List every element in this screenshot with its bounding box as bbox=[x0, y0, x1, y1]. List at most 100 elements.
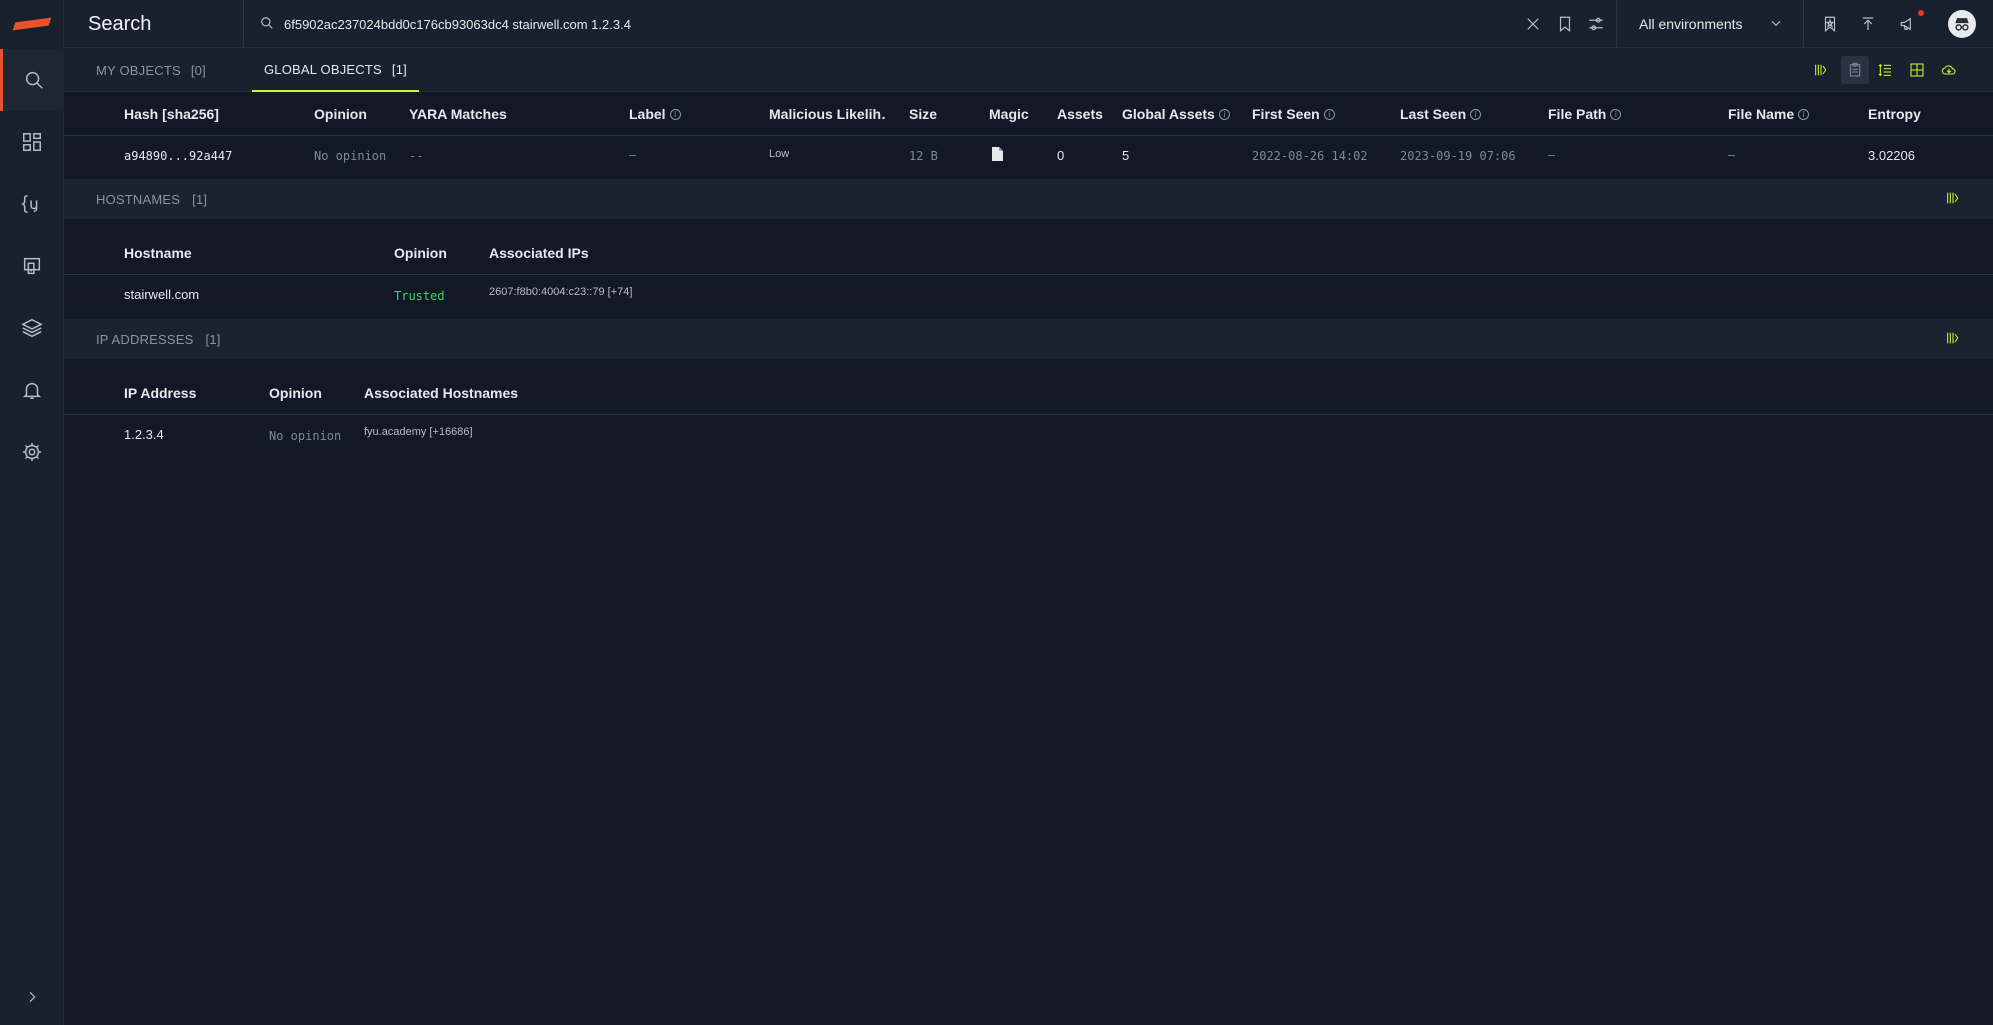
hostnames-section-header: HOSTNAMES [1] bbox=[64, 179, 1993, 219]
col-file-path[interactable]: File Path i bbox=[1548, 92, 1622, 136]
file-path-cell: – bbox=[1548, 147, 1556, 162]
columns-button[interactable] bbox=[1809, 59, 1833, 81]
clipboard-icon bbox=[1849, 62, 1861, 77]
page-title: Search bbox=[64, 0, 244, 48]
incognito-avatar-icon bbox=[1955, 18, 1969, 31]
col-hash[interactable]: Hash [sha256] bbox=[124, 92, 219, 136]
bookmark-star-icon bbox=[1824, 16, 1836, 33]
bell-icon bbox=[22, 382, 42, 399]
columns-icon bbox=[1947, 332, 1959, 344]
table-row[interactable]: stairwell.com Trusted 2607:f8b0:4004:c23… bbox=[64, 276, 1993, 316]
upload-button[interactable] bbox=[1858, 14, 1878, 34]
yara-cell: -- bbox=[409, 149, 424, 163]
search-icon bbox=[25, 71, 43, 89]
stairwell-logo[interactable] bbox=[0, 0, 64, 48]
opinion-cell: No opinion bbox=[269, 429, 342, 443]
info-icon[interactable]: i bbox=[1610, 108, 1622, 120]
top-bar: Search All environments bbox=[64, 0, 1993, 48]
col-associated-hostnames[interactable]: Associated Hostnames bbox=[364, 371, 518, 415]
environment-select[interactable]: All environments bbox=[1616, 0, 1804, 48]
col-first-seen[interactable]: First Seen i bbox=[1252, 92, 1335, 136]
hostname-cell[interactable]: stairwell.com bbox=[124, 287, 199, 302]
col-opinion[interactable]: Opinion bbox=[269, 371, 322, 415]
col-label[interactable]: Label i bbox=[629, 92, 681, 136]
grid-view-button[interactable] bbox=[1905, 59, 1929, 81]
clear-search-button[interactable] bbox=[1523, 14, 1543, 34]
info-icon[interactable]: i bbox=[1798, 108, 1810, 120]
tab-global-objects[interactable]: GLOBAL OBJECTS [1] bbox=[252, 48, 419, 92]
col-global-assets[interactable]: Global Assets i bbox=[1122, 92, 1230, 136]
info-icon[interactable]: i bbox=[669, 108, 681, 120]
hash-cell[interactable]: a94890...92a447 bbox=[124, 149, 232, 163]
dashboard-icon bbox=[23, 133, 41, 151]
col-file-name[interactable]: File Name i bbox=[1728, 92, 1810, 136]
search-nav[interactable] bbox=[0, 49, 64, 111]
tab-my-objects[interactable]: MY OBJECTS [0] bbox=[96, 48, 206, 92]
magic-cell[interactable] bbox=[991, 147, 1003, 164]
info-icon[interactable]: i bbox=[1323, 108, 1335, 120]
col-yara-matches[interactable]: YARA Matches bbox=[409, 92, 507, 136]
ip-addresses-columns-button[interactable] bbox=[1945, 330, 1961, 349]
notification-dot bbox=[1918, 10, 1924, 16]
assets-nav[interactable] bbox=[0, 235, 64, 297]
col-entropy[interactable]: Entropy bbox=[1868, 92, 1921, 136]
col-last-seen[interactable]: Last Seen i bbox=[1400, 92, 1482, 136]
col-ip-address[interactable]: IP Address bbox=[124, 371, 196, 415]
malicious-cell: Low bbox=[769, 148, 790, 160]
yara-rules-nav[interactable] bbox=[0, 173, 64, 235]
ip-addresses-table-header: IP Address Opinion Associated Hostnames bbox=[64, 371, 1993, 415]
col-assets[interactable]: Assets bbox=[1057, 92, 1103, 136]
file-icon bbox=[992, 147, 1003, 161]
col-magic[interactable]: Magic bbox=[989, 92, 1029, 136]
info-icon[interactable]: i bbox=[1470, 108, 1482, 120]
dashboard-nav[interactable] bbox=[0, 111, 64, 173]
col-size[interactable]: Size bbox=[909, 92, 937, 136]
user-avatar[interactable] bbox=[1948, 10, 1976, 38]
table-row[interactable]: 1.2.3.4 No opinion fyu.academy [+16686] bbox=[64, 416, 1993, 456]
search-filters-button[interactable] bbox=[1586, 14, 1606, 34]
sidebar bbox=[0, 0, 64, 1025]
col-associated-ips[interactable]: Associated IPs bbox=[489, 231, 589, 275]
last-seen-cell: 2023-09-19 07:06: bbox=[1400, 149, 1518, 163]
opinion-cell: Trusted bbox=[394, 289, 445, 303]
object-tabs: MY OBJECTS [0] GLOBAL OBJECTS [1] bbox=[64, 48, 1993, 92]
global-assets-cell[interactable]: 5 bbox=[1122, 148, 1129, 163]
hostnames-columns-button[interactable] bbox=[1945, 190, 1961, 209]
expand-sidebar-button[interactable] bbox=[0, 968, 64, 1025]
gear-icon bbox=[22, 442, 42, 462]
col-malicious-likelihood[interactable]: Malicious Likelih… bbox=[769, 92, 887, 136]
grid-icon bbox=[1910, 63, 1924, 77]
main-content: MY OBJECTS [0] GLOBAL OBJECTS [1] Hash [sh… bbox=[64, 48, 1993, 1025]
layers-nav[interactable] bbox=[0, 297, 64, 359]
associated-hostnames-cell[interactable]: fyu.academy [+16686] bbox=[364, 426, 473, 438]
announcements-button[interactable] bbox=[1898, 14, 1918, 34]
yara-rules-icon bbox=[21, 195, 38, 213]
ip-addresses-section-header: IP ADDRESSES [1] bbox=[64, 319, 1993, 359]
assets-icon bbox=[23, 257, 41, 275]
assets-cell: 0 bbox=[1057, 148, 1065, 163]
layers-icon bbox=[21, 318, 43, 338]
settings-nav[interactable] bbox=[0, 421, 64, 483]
col-opinion[interactable]: Opinion bbox=[314, 92, 367, 136]
download-button[interactable] bbox=[1937, 59, 1961, 81]
bookmark-icon bbox=[1559, 16, 1571, 33]
saved-searches-button[interactable] bbox=[1820, 14, 1840, 34]
col-opinion[interactable]: Opinion bbox=[394, 231, 447, 275]
upload-icon bbox=[1862, 17, 1874, 30]
megaphone-icon bbox=[1900, 17, 1911, 31]
copy-button[interactable] bbox=[1841, 56, 1869, 84]
row-density-button[interactable] bbox=[1873, 59, 1897, 81]
objects-table-header: Hash [sha256] Opinion YARA Matches Label… bbox=[64, 92, 1993, 136]
table-row[interactable]: a94890...92a447 No opinion -- – Low 12 B… bbox=[64, 137, 1993, 177]
row-density-icon bbox=[1878, 63, 1891, 77]
associated-ips-cell[interactable]: 2607:f8b0:4004:c23::79 [+74] bbox=[489, 286, 632, 298]
col-hostname[interactable]: Hostname bbox=[124, 231, 192, 275]
info-icon[interactable]: i bbox=[1218, 108, 1230, 120]
size-cell: 12 B bbox=[909, 149, 938, 163]
search-input[interactable] bbox=[256, 10, 1571, 38]
opinion-cell: No opinion bbox=[314, 149, 387, 163]
save-search-button[interactable] bbox=[1555, 14, 1575, 34]
file-name-cell: – bbox=[1728, 147, 1736, 162]
ip-address-cell[interactable]: 1.2.3.4 bbox=[124, 427, 164, 442]
alerts-nav[interactable] bbox=[0, 359, 64, 421]
